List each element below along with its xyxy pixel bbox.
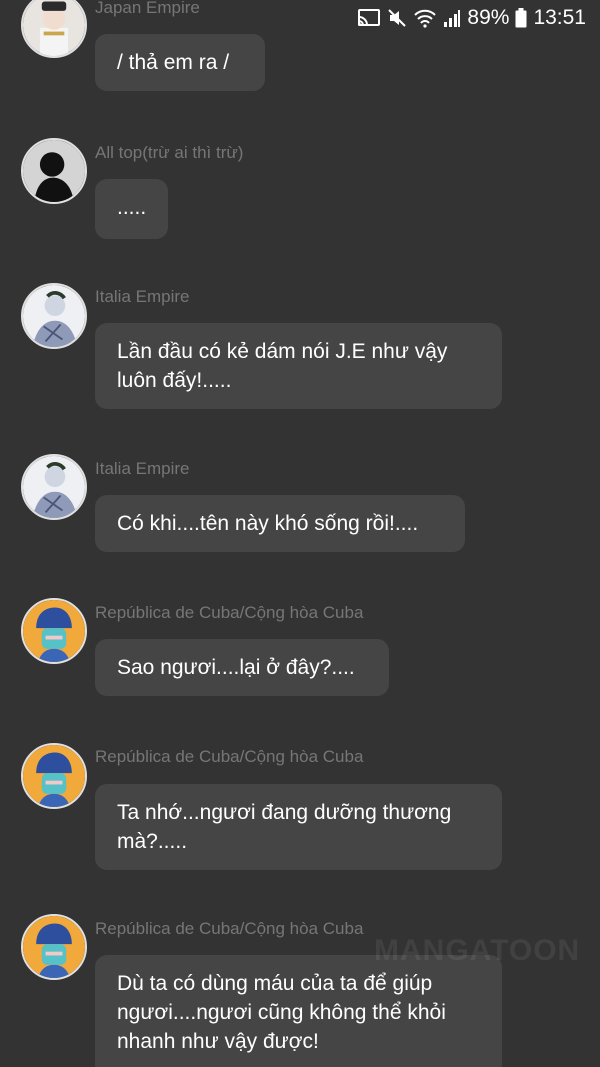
wifi-icon [413, 8, 437, 28]
sender-name: Italia Empire [95, 459, 190, 478]
message-bubble: Có khi....tên này khó sống rồi!.... [95, 495, 465, 552]
message-bubble: Lần đầu có kẻ dám nói J.E như vậy luôn đ… [95, 323, 502, 409]
sender-name: All top(trừ ai thì trừ) [95, 143, 244, 162]
italia-empire-avatar[interactable] [21, 454, 87, 520]
cast-icon [357, 8, 381, 28]
silhouette-avatar[interactable] [21, 138, 87, 204]
signal-icon [443, 8, 461, 28]
mute-icon [387, 8, 407, 28]
message-bubble: Dù ta có dùng máu của ta để giúp ngươi..… [95, 955, 502, 1067]
battery-icon [515, 8, 527, 28]
sender-name: Italia Empire [95, 287, 190, 306]
clock: 13:51 [533, 6, 586, 29]
cuba-avatar[interactable] [21, 598, 87, 664]
sender-name: República de Cuba/Cộng hòa Cuba [95, 747, 364, 766]
sender-name: República de Cuba/Cộng hòa Cuba [95, 919, 364, 938]
sender-name: República de Cuba/Cộng hòa Cuba [95, 603, 364, 622]
watermark: MANGATOON [374, 934, 581, 967]
sender-name: Japan Empire [95, 0, 200, 17]
cuba-avatar[interactable] [21, 914, 87, 980]
battery-percent: 89% [467, 6, 510, 29]
message-bubble: Ta nhớ...ngươi đang dưỡng thương mà?....… [95, 784, 502, 870]
japan-empire-avatar[interactable] [21, 0, 87, 58]
italia-empire-avatar[interactable] [21, 283, 87, 349]
message-bubble: Sao ngươi....lại ở đây?.... [95, 639, 389, 696]
message-bubble: / thả em ra / [95, 34, 265, 91]
cuba-avatar[interactable] [21, 743, 87, 809]
message-bubble: ..... [95, 179, 168, 239]
status-bar: 89% 13:51 [357, 0, 600, 36]
